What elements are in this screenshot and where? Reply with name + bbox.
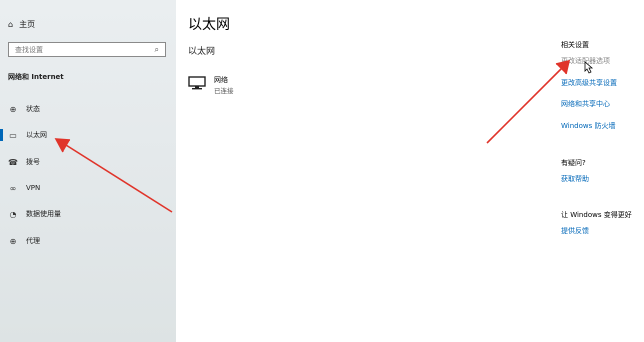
sidebar-item-label: 拨号 [26,158,40,166]
sidebar-item-label: VPN [26,184,41,192]
status-icon: ⊕ [9,104,17,114]
sidebar-item-label: 数据使用量 [26,210,61,218]
windows-firewall-link[interactable]: Windows 防火墙 [561,121,615,131]
section-subtitle: 以太网 [188,47,216,57]
help-title: 有疑问? [561,159,586,167]
sidebar-item-data-usage[interactable]: ◔ 数据使用量 [0,205,176,223]
network-connection-item[interactable]: 网络 已连接 [188,75,268,97]
monitor-icon [188,76,206,90]
network-status: 已连接 [214,87,234,95]
active-indicator [0,129,3,141]
home-label: 主页 [19,19,36,29]
network-name: 网络 [214,76,228,84]
sidebar-item-label: 以太网 [26,131,47,139]
sidebar-item-proxy[interactable]: ⊕ 代理 [0,232,176,250]
give-feedback-link[interactable]: 提供反馈 [561,226,589,236]
sidebar-item-label: 状态 [26,105,40,113]
sidebar-item-status[interactable]: ⊕ 状态 [0,100,176,118]
sidebar: ⌂ 主页 ⌕ 网络和 Internet ⊕ 状态 ▭ 以太网 ☎ 拨号 ∞ VP… [0,0,176,342]
sidebar-item-label: 代理 [26,237,40,245]
home-nav-item[interactable]: ⌂ 主页 [8,16,35,32]
home-icon: ⌂ [8,19,14,29]
search-icon[interactable]: ⌕ [155,45,159,55]
ethernet-icon: ▭ [9,130,17,140]
search-input[interactable] [15,45,145,54]
related-settings-title: 相关设置 [561,41,589,49]
get-help-link[interactable]: 获取帮助 [561,174,589,184]
feedback-title: 让 Windows 变得更好 [561,211,632,219]
proxy-icon: ⊕ [9,236,17,246]
network-sharing-center-link[interactable]: 网络和共享中心 [561,99,610,109]
section-title: 网络和 Internet [8,73,64,81]
change-adapter-options-link[interactable]: 更改适配器选项 [561,56,610,66]
advanced-sharing-settings-link[interactable]: 更改高级共享设置 [561,78,617,88]
dialup-icon: ☎ [8,157,18,167]
data-usage-icon: ◔ [9,209,17,219]
page-title: 以太网 [188,17,230,33]
sidebar-item-ethernet[interactable]: ▭ 以太网 [0,126,176,144]
sidebar-item-vpn[interactable]: ∞ VPN [0,179,176,197]
sidebar-item-dialup[interactable]: ☎ 拨号 [0,153,176,171]
annotation-arrow-right [486,59,571,144]
vpn-icon: ∞ [9,183,17,193]
search-box[interactable]: ⌕ [8,42,166,57]
